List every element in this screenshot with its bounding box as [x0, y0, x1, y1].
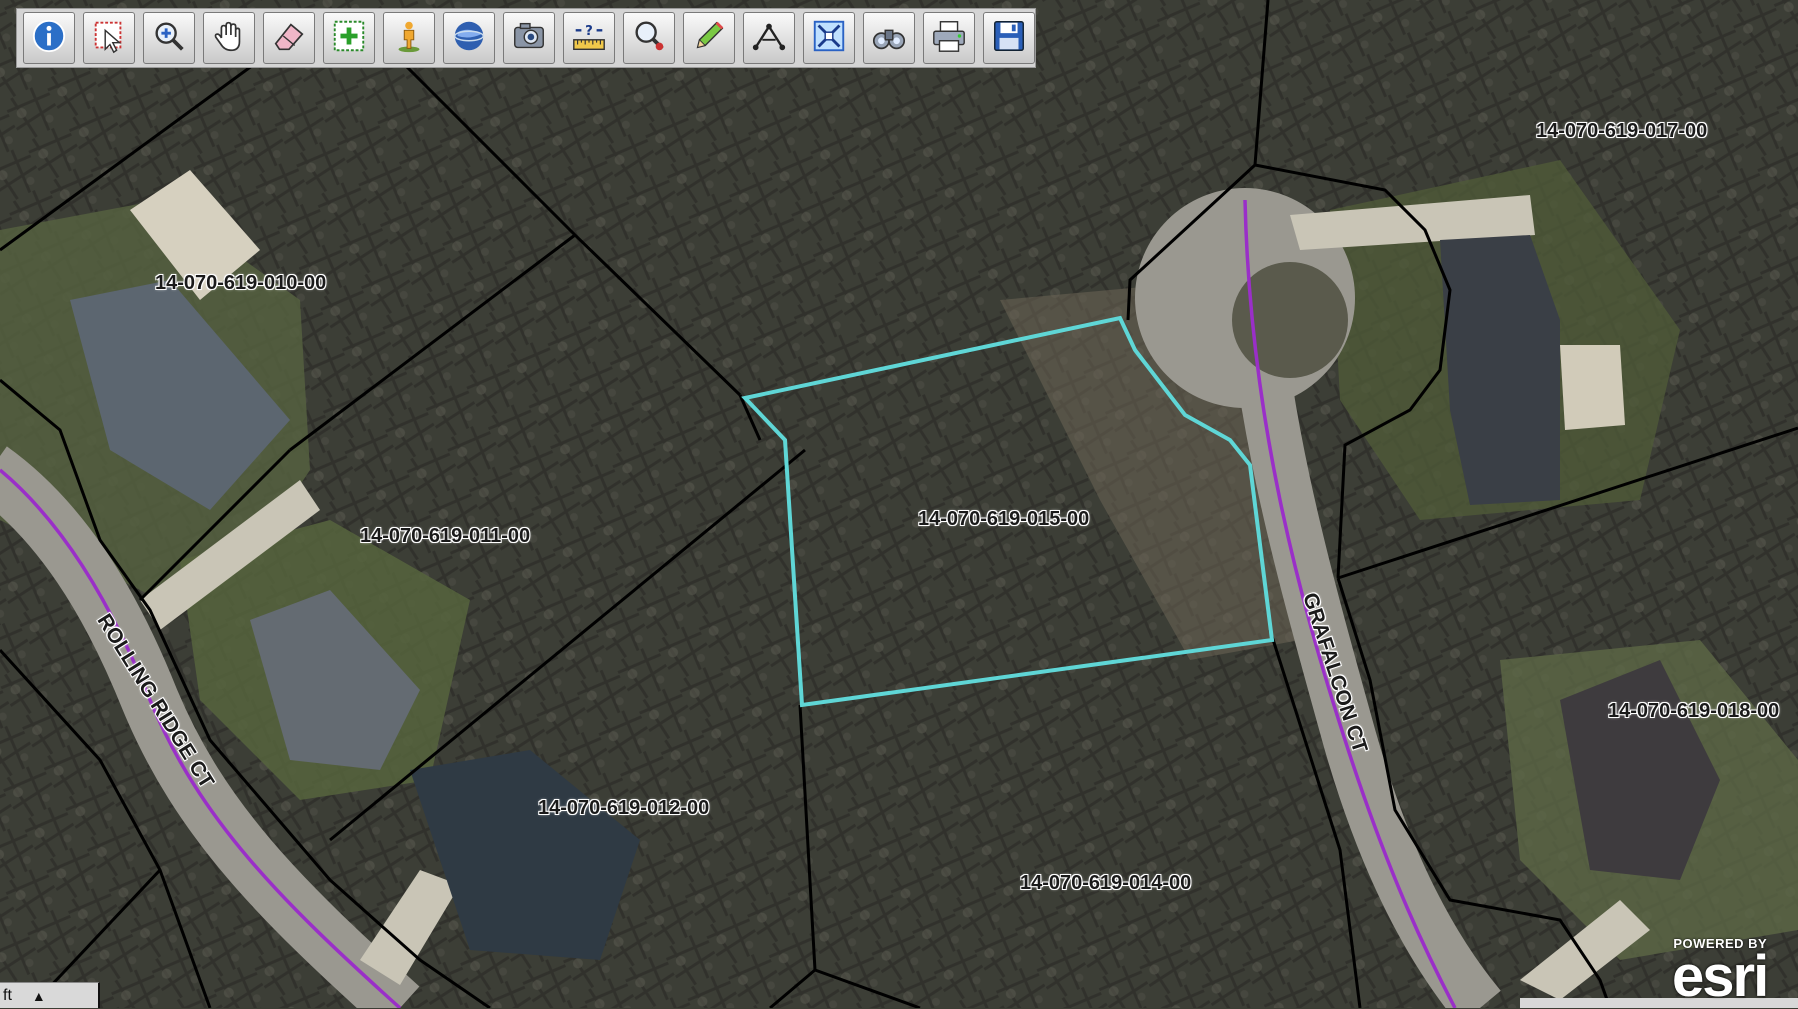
map-canvas[interactable]	[0, 0, 1798, 1008]
binoculars-icon	[870, 17, 908, 60]
pan-hand-icon	[210, 17, 248, 60]
buffer-icon	[750, 17, 788, 60]
measure-icon: ?	[570, 17, 608, 60]
pan-button[interactable]	[203, 12, 255, 64]
parcel-label-017[interactable]: 14-070-619-017-00	[1536, 120, 1707, 143]
print-button[interactable]	[923, 12, 975, 64]
parcel-label-010[interactable]: 14-070-619-010-00	[155, 272, 326, 295]
save-icon	[990, 17, 1028, 60]
parcel-label-012[interactable]: 14-070-619-012-00	[538, 797, 709, 820]
select-icon	[90, 17, 128, 60]
select-parcels-icon	[330, 17, 368, 60]
search-button[interactable]	[863, 12, 915, 64]
find-icon	[630, 17, 668, 60]
svg-text:?: ?	[585, 24, 593, 39]
find-button[interactable]	[623, 12, 675, 64]
zoom-extent-button[interactable]	[803, 12, 855, 64]
photo-button[interactable]	[503, 12, 555, 64]
scale-unit: ft	[3, 986, 12, 1004]
buffer-button[interactable]	[743, 12, 795, 64]
patio	[1560, 345, 1625, 430]
camera-icon	[510, 17, 548, 60]
pencil-icon	[690, 17, 728, 60]
esri-logo: esri	[1672, 944, 1769, 1009]
globe-icon	[450, 17, 488, 60]
draw-button[interactable]	[683, 12, 735, 64]
zoom-in-icon	[150, 17, 188, 60]
measure-button[interactable]: ?	[563, 12, 615, 64]
parcel-label-011[interactable]: 14-070-619-011-00	[360, 525, 530, 548]
street-view-icon	[390, 17, 428, 60]
street-view-button[interactable]	[383, 12, 435, 64]
select-button[interactable]	[83, 12, 135, 64]
full-extent-button[interactable]	[443, 12, 495, 64]
select-parcels-button[interactable]	[323, 12, 375, 64]
zoom-in-button[interactable]	[143, 12, 195, 64]
caret-up-icon[interactable]: ▲	[32, 988, 46, 1004]
map-toolbar: ?	[16, 8, 1036, 68]
clear-button[interactable]	[263, 12, 315, 64]
parcel-label-014[interactable]: 14-070-619-014-00	[1020, 872, 1191, 895]
parcel-label-018[interactable]: 14-070-619-018-00	[1608, 700, 1779, 723]
esri-attribution: POWERED BY esri	[1672, 936, 1769, 1009]
print-icon	[930, 17, 968, 60]
identify-button[interactable]	[23, 12, 75, 64]
info-icon	[30, 17, 68, 60]
zoom-extent-icon	[810, 17, 848, 60]
parcel-label-015[interactable]: 14-070-619-015-00	[918, 508, 1089, 531]
scale-bar[interactable]: ft ▲	[0, 982, 100, 1008]
save-button[interactable]	[983, 12, 1035, 64]
eraser-icon	[270, 17, 308, 60]
